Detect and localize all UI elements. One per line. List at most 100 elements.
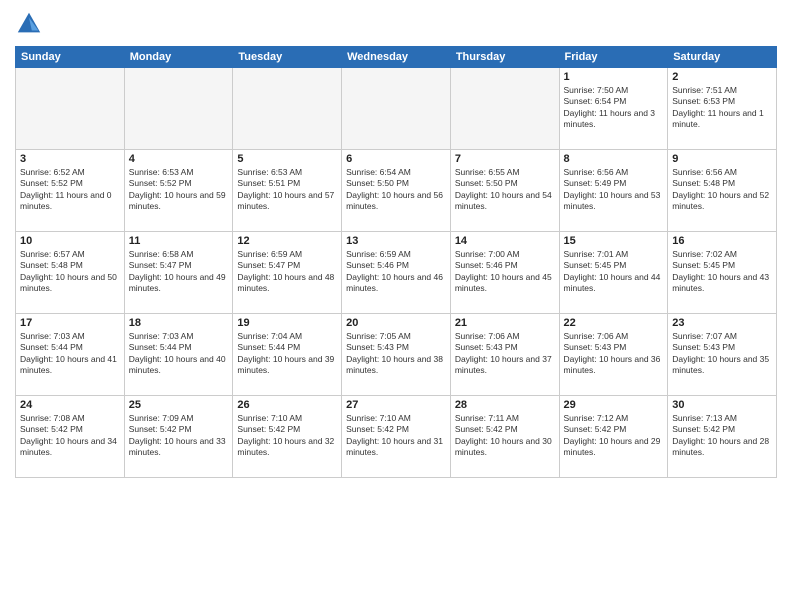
calendar-header-sunday: Sunday: [16, 47, 125, 68]
calendar-cell: 18 Sunrise: 7:03 AM Sunset: 5:44 PM Dayli…: [124, 314, 233, 396]
calendar-cell: 26 Sunrise: 7:10 AM Sunset: 5:42 PM Dayli…: [233, 396, 342, 478]
calendar-cell: [450, 68, 559, 150]
calendar-header-tuesday: Tuesday: [233, 47, 342, 68]
calendar-cell: 25 Sunrise: 7:09 AM Sunset: 5:42 PM Dayli…: [124, 396, 233, 478]
calendar-cell: 23 Sunrise: 7:07 AM Sunset: 5:43 PM Dayli…: [668, 314, 777, 396]
day-number: 2: [672, 71, 772, 83]
calendar-header-friday: Friday: [559, 47, 668, 68]
day-info: Sunrise: 7:50 AM Sunset: 6:54 PM Dayligh…: [564, 85, 664, 131]
calendar-cell: 5Sunrise: 6:53 AM Sunset: 5:51 PM Daylig…: [233, 150, 342, 232]
calendar-header-monday: Monday: [124, 47, 233, 68]
day-number: 26: [237, 399, 337, 411]
day-info: Sunrise: 7:02 AM Sunset: 5:45 PM Dayligh…: [672, 249, 772, 295]
calendar-cell: 9 Sunrise: 6:56 AM Sunset: 5:48 PM Daylig…: [668, 150, 777, 232]
calendar-cell: 21Sunrise: 7:06 AM Sunset: 5:43 PM Dayli…: [450, 314, 559, 396]
calendar-cell: 6Sunrise: 6:54 AM Sunset: 5:50 PM Daylig…: [342, 150, 451, 232]
calendar-cell: 3 Sunrise: 6:52 AM Sunset: 5:52 PM Daylig…: [16, 150, 125, 232]
calendar-header-thursday: Thursday: [450, 47, 559, 68]
calendar-cell: 30 Sunrise: 7:13 AM Sunset: 5:42 PM Dayli…: [668, 396, 777, 478]
day-info: Sunrise: 7:00 AM Sunset: 5:46 PM Dayligh…: [455, 249, 555, 295]
day-number: 19: [237, 317, 337, 329]
page: SundayMondayTuesdayWednesdayThursdayFrid…: [0, 0, 792, 612]
day-info: Sunrise: 6:58 AM Sunset: 5:47 PM Dayligh…: [129, 249, 229, 295]
day-number: 13: [346, 235, 446, 247]
day-info: Sunrise: 6:52 AM Sunset: 5:52 PM Dayligh…: [20, 167, 120, 213]
day-number: 10: [20, 235, 120, 247]
calendar-cell: [342, 68, 451, 150]
calendar-cell: 1 Sunrise: 7:50 AM Sunset: 6:54 PM Daylig…: [559, 68, 668, 150]
day-info: Sunrise: 7:04 AM Sunset: 5:44 PM Dayligh…: [237, 331, 337, 377]
calendar-cell: 29 Sunrise: 7:12 AM Sunset: 5:42 PM Dayli…: [559, 396, 668, 478]
day-info: Sunrise: 6:57 AM Sunset: 5:48 PM Dayligh…: [20, 249, 120, 295]
day-info: Sunrise: 7:09 AM Sunset: 5:42 PM Dayligh…: [129, 413, 229, 459]
day-info: Sunrise: 7:01 AM Sunset: 5:45 PM Dayligh…: [564, 249, 664, 295]
day-number: 4: [129, 153, 229, 165]
day-number: 1: [564, 71, 664, 83]
day-info: Sunrise: 7:12 AM Sunset: 5:42 PM Dayligh…: [564, 413, 664, 459]
day-number: 16: [672, 235, 772, 247]
day-info: Sunrise: 7:51 AM Sunset: 6:53 PM Dayligh…: [672, 85, 772, 131]
day-info: Sunrise: 6:55 AM Sunset: 5:50 PM Dayligh…: [455, 167, 555, 213]
calendar-cell: 20 Sunrise: 7:05 AM Sunset: 5:43 PM Dayli…: [342, 314, 451, 396]
calendar-week-1: 1 Sunrise: 7:50 AM Sunset: 6:54 PM Daylig…: [16, 68, 777, 150]
calendar-cell: 24Sunrise: 7:08 AM Sunset: 5:42 PM Dayli…: [16, 396, 125, 478]
calendar-cell: [16, 68, 125, 150]
day-number: 30: [672, 399, 772, 411]
calendar-cell: 28 Sunrise: 7:11 AM Sunset: 5:42 PM Dayli…: [450, 396, 559, 478]
calendar-cell: [233, 68, 342, 150]
header: [15, 10, 777, 38]
day-info: Sunrise: 6:53 AM Sunset: 5:51 PM Dayligh…: [237, 167, 337, 213]
day-number: 20: [346, 317, 446, 329]
day-info: Sunrise: 6:56 AM Sunset: 5:49 PM Dayligh…: [564, 167, 664, 213]
calendar-week-5: 24Sunrise: 7:08 AM Sunset: 5:42 PM Dayli…: [16, 396, 777, 478]
calendar-cell: 19 Sunrise: 7:04 AM Sunset: 5:44 PM Dayli…: [233, 314, 342, 396]
calendar-cell: 16 Sunrise: 7:02 AM Sunset: 5:45 PM Dayli…: [668, 232, 777, 314]
day-number: 3: [20, 153, 120, 165]
day-info: Sunrise: 7:07 AM Sunset: 5:43 PM Dayligh…: [672, 331, 772, 377]
calendar-table: SundayMondayTuesdayWednesdayThursdayFrid…: [15, 46, 777, 478]
calendar-cell: [124, 68, 233, 150]
calendar-header-wednesday: Wednesday: [342, 47, 451, 68]
day-number: 25: [129, 399, 229, 411]
day-number: 21: [455, 317, 555, 329]
logo: [15, 10, 47, 38]
day-info: Sunrise: 7:10 AM Sunset: 5:42 PM Dayligh…: [237, 413, 337, 459]
day-number: 14: [455, 235, 555, 247]
calendar-cell: 22 Sunrise: 7:06 AM Sunset: 5:43 PM Dayli…: [559, 314, 668, 396]
day-info: Sunrise: 7:05 AM Sunset: 5:43 PM Dayligh…: [346, 331, 446, 377]
day-info: Sunrise: 7:11 AM Sunset: 5:42 PM Dayligh…: [455, 413, 555, 459]
day-number: 18: [129, 317, 229, 329]
day-number: 12: [237, 235, 337, 247]
day-number: 9: [672, 153, 772, 165]
calendar-cell: 2 Sunrise: 7:51 AM Sunset: 6:53 PM Daylig…: [668, 68, 777, 150]
calendar-cell: 7Sunrise: 6:55 AM Sunset: 5:50 PM Daylig…: [450, 150, 559, 232]
calendar-week-2: 3 Sunrise: 6:52 AM Sunset: 5:52 PM Daylig…: [16, 150, 777, 232]
day-number: 23: [672, 317, 772, 329]
day-number: 22: [564, 317, 664, 329]
calendar-cell: 14 Sunrise: 7:00 AM Sunset: 5:46 PM Dayli…: [450, 232, 559, 314]
day-number: 27: [346, 399, 446, 411]
day-info: Sunrise: 6:54 AM Sunset: 5:50 PM Dayligh…: [346, 167, 446, 213]
calendar-cell: 10 Sunrise: 6:57 AM Sunset: 5:48 PM Dayli…: [16, 232, 125, 314]
logo-icon: [15, 10, 43, 38]
day-number: 29: [564, 399, 664, 411]
day-info: Sunrise: 7:03 AM Sunset: 5:44 PM Dayligh…: [129, 331, 229, 377]
day-info: Sunrise: 6:59 AM Sunset: 5:47 PM Dayligh…: [237, 249, 337, 295]
calendar-cell: 11 Sunrise: 6:58 AM Sunset: 5:47 PM Dayli…: [124, 232, 233, 314]
calendar-cell: 4Sunrise: 6:53 AM Sunset: 5:52 PM Daylig…: [124, 150, 233, 232]
day-info: Sunrise: 7:08 AM Sunset: 5:42 PM Dayligh…: [20, 413, 120, 459]
calendar-cell: 12 Sunrise: 6:59 AM Sunset: 5:47 PM Dayli…: [233, 232, 342, 314]
day-info: Sunrise: 6:56 AM Sunset: 5:48 PM Dayligh…: [672, 167, 772, 213]
day-number: 28: [455, 399, 555, 411]
day-info: Sunrise: 7:06 AM Sunset: 5:43 PM Dayligh…: [564, 331, 664, 377]
calendar-cell: 27Sunrise: 7:10 AM Sunset: 5:42 PM Dayli…: [342, 396, 451, 478]
day-number: 11: [129, 235, 229, 247]
day-number: 17: [20, 317, 120, 329]
calendar-header-saturday: Saturday: [668, 47, 777, 68]
calendar-cell: 15Sunrise: 7:01 AM Sunset: 5:45 PM Dayli…: [559, 232, 668, 314]
calendar-week-4: 17 Sunrise: 7:03 AM Sunset: 5:44 PM Dayli…: [16, 314, 777, 396]
calendar-cell: 8Sunrise: 6:56 AM Sunset: 5:49 PM Daylig…: [559, 150, 668, 232]
day-info: Sunrise: 6:59 AM Sunset: 5:46 PM Dayligh…: [346, 249, 446, 295]
calendar-cell: 17Sunrise: 7:03 AM Sunset: 5:44 PM Dayli…: [16, 314, 125, 396]
day-info: Sunrise: 7:13 AM Sunset: 5:42 PM Dayligh…: [672, 413, 772, 459]
